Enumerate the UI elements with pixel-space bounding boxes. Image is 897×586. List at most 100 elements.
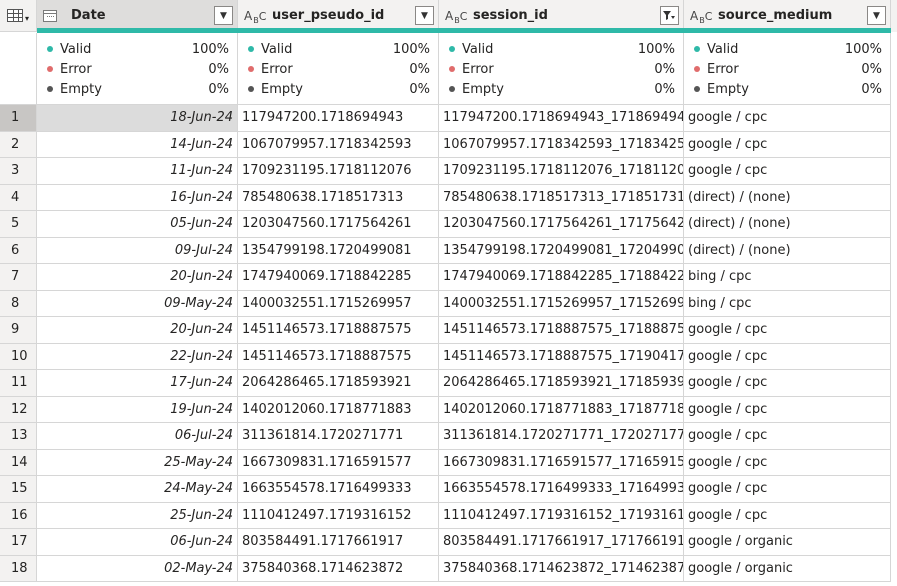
cell-source-medium[interactable]: google / cpc bbox=[684, 105, 891, 132]
table-row[interactable]: 7 20-Jun-24 1747940069.1718842285 174794006… bbox=[0, 264, 897, 291]
row-number[interactable]: 11 bbox=[0, 370, 37, 397]
cell-source-medium[interactable]: google / cpc bbox=[684, 317, 891, 344]
row-number[interactable]: 6 bbox=[0, 237, 37, 264]
row-number[interactable]: 16 bbox=[0, 502, 37, 529]
row-number[interactable]: 14 bbox=[0, 449, 37, 476]
chevron-down-icon[interactable]: ▼ bbox=[867, 6, 886, 25]
column-quality-profile[interactable]: Valid 100% Error 0% Empty 0% bbox=[238, 33, 439, 105]
row-number[interactable]: 1 bbox=[0, 105, 37, 132]
row-number[interactable]: 13 bbox=[0, 423, 37, 450]
table-row[interactable]: 3 11-Jun-24 1709231195.1718112076 170923119… bbox=[0, 158, 897, 185]
cell-session-id[interactable]: 803584491.1717661917_1717661915 bbox=[439, 529, 684, 556]
cell-source-medium[interactable]: google / cpc bbox=[684, 502, 891, 529]
cell-session-id[interactable]: 1203047560.1717564261_17175642... bbox=[439, 211, 684, 238]
cell-source-medium[interactable]: bing / cpc bbox=[684, 264, 891, 291]
table-row[interactable]: 9 20-Jun-24 1451146573.1718887575 145114657… bbox=[0, 317, 897, 344]
row-number[interactable]: 4 bbox=[0, 184, 37, 211]
column-quality-profile[interactable]: Valid 100% Error 0% Empty 0% bbox=[439, 33, 684, 105]
cell-source-medium[interactable]: google / organic bbox=[684, 529, 891, 556]
cell-user-pseudo-id[interactable]: 2064286465.1718593921 bbox=[238, 370, 439, 397]
cell-source-medium[interactable]: google / cpc bbox=[684, 158, 891, 185]
cell-user-pseudo-id[interactable]: 1451146573.1718887575 bbox=[238, 343, 439, 370]
table-row[interactable]: 6 09-Jul-24 1354799198.1720499081 135479919… bbox=[0, 237, 897, 264]
cell-user-pseudo-id[interactable]: 1709231195.1718112076 bbox=[238, 158, 439, 185]
cell-date[interactable]: 25-May-24 bbox=[37, 449, 238, 476]
cell-user-pseudo-id[interactable]: 1451146573.1718887575 bbox=[238, 317, 439, 344]
table-row[interactable]: 16 25-Jun-24 1110412497.1719316152 11104124… bbox=[0, 502, 897, 529]
cell-source-medium[interactable]: google / cpc bbox=[684, 343, 891, 370]
table-row[interactable]: 13 06-Jul-24 311361814.1720271771 311361814… bbox=[0, 423, 897, 450]
cell-user-pseudo-id[interactable]: 1400032551.1715269957 bbox=[238, 290, 439, 317]
cell-date[interactable]: 20-Jun-24 bbox=[37, 264, 238, 291]
column-quality-profile[interactable]: Valid 100% Error 0% Empty 0% bbox=[684, 33, 891, 105]
cell-user-pseudo-id[interactable]: 803584491.1717661917 bbox=[238, 529, 439, 556]
row-number[interactable]: 18 bbox=[0, 555, 37, 582]
cell-source-medium[interactable]: (direct) / (none) bbox=[684, 237, 891, 264]
row-number[interactable]: 12 bbox=[0, 396, 37, 423]
cell-session-id[interactable]: 1663554578.1716499333_17164993... bbox=[439, 476, 684, 503]
row-number[interactable]: 17 bbox=[0, 529, 37, 556]
cell-date[interactable]: 24-May-24 bbox=[37, 476, 238, 503]
cell-session-id[interactable]: 2064286465.1718593921_17185939... bbox=[439, 370, 684, 397]
cell-user-pseudo-id[interactable]: 1067079957.1718342593 bbox=[238, 131, 439, 158]
cell-source-medium[interactable]: (direct) / (none) bbox=[684, 211, 891, 238]
cell-session-id[interactable]: 311361814.1720271771_1720271771 bbox=[439, 423, 684, 450]
row-number[interactable]: 9 bbox=[0, 317, 37, 344]
cell-date[interactable]: 19-Jun-24 bbox=[37, 396, 238, 423]
cell-session-id[interactable]: 1667309831.1716591577_17165915... bbox=[439, 449, 684, 476]
cell-user-pseudo-id[interactable]: 1747940069.1718842285 bbox=[238, 264, 439, 291]
cell-date[interactable]: 18-Jun-24 bbox=[37, 105, 238, 132]
cell-user-pseudo-id[interactable]: 1402012060.1718771883 bbox=[238, 396, 439, 423]
cell-date[interactable]: 09-Jul-24 bbox=[37, 237, 238, 264]
table-row[interactable]: 14 25-May-24 1667309831.1716591577 16673098… bbox=[0, 449, 897, 476]
cell-source-medium[interactable]: bing / cpc bbox=[684, 290, 891, 317]
cell-date[interactable]: 25-Jun-24 bbox=[37, 502, 238, 529]
cell-source-medium[interactable]: (direct) / (none) bbox=[684, 184, 891, 211]
cell-user-pseudo-id[interactable]: 375840368.1714623872 bbox=[238, 555, 439, 582]
abc-text-icon[interactable]: ABC bbox=[244, 9, 266, 25]
chevron-down-icon[interactable]: ▼ bbox=[415, 6, 434, 25]
abc-text-icon[interactable]: ABC bbox=[690, 9, 712, 25]
row-number[interactable]: 10 bbox=[0, 343, 37, 370]
table-row[interactable]: 12 19-Jun-24 1402012060.1718771883 14020120… bbox=[0, 396, 897, 423]
table-row[interactable]: 11 17-Jun-24 2064286465.1718593921 20642864… bbox=[0, 370, 897, 397]
cell-date[interactable]: 20-Jun-24 bbox=[37, 317, 238, 344]
abc-text-icon[interactable]: ABC bbox=[445, 9, 467, 25]
column-quality-profile[interactable]: Valid 100% Error 0% Empty 0% bbox=[37, 33, 238, 105]
row-number[interactable]: 15 bbox=[0, 476, 37, 503]
cell-user-pseudo-id[interactable]: 1354799198.1720499081 bbox=[238, 237, 439, 264]
cell-date[interactable]: 14-Jun-24 bbox=[37, 131, 238, 158]
chevron-down-icon[interactable]: ▼ bbox=[214, 6, 233, 25]
cell-source-medium[interactable]: google / cpc bbox=[684, 476, 891, 503]
cell-date[interactable]: 16-Jun-24 bbox=[37, 184, 238, 211]
cell-session-id[interactable]: 1451146573.1718887575_17188875... bbox=[439, 317, 684, 344]
cell-session-id[interactable]: 1747940069.1718842285_17188422... bbox=[439, 264, 684, 291]
filter-active-icon[interactable] bbox=[660, 6, 679, 25]
table-menu-button[interactable]: ▾ bbox=[0, 0, 37, 32]
table-row[interactable]: 4 16-Jun-24 785480638.1718517313 785480638.… bbox=[0, 184, 897, 211]
cell-date[interactable]: 22-Jun-24 bbox=[37, 343, 238, 370]
cell-source-medium[interactable]: google / cpc bbox=[684, 449, 891, 476]
cell-date[interactable]: 11-Jun-24 bbox=[37, 158, 238, 185]
table-row[interactable]: 18 02-May-24 375840368.1714623872 375840368… bbox=[0, 555, 897, 582]
row-number[interactable]: 7 bbox=[0, 264, 37, 291]
cell-date[interactable]: 09-May-24 bbox=[37, 290, 238, 317]
table-row[interactable]: 8 09-May-24 1400032551.1715269957 140003255… bbox=[0, 290, 897, 317]
cell-session-id[interactable]: 1451146573.1718887575_17190417... bbox=[439, 343, 684, 370]
cell-session-id[interactable]: 1402012060.1718771883_17187718... bbox=[439, 396, 684, 423]
table-row[interactable]: 1 18-Jun-24 117947200.1718694943 117947200.… bbox=[0, 105, 897, 132]
cell-session-id[interactable]: 1709231195.1718112076_17181120... bbox=[439, 158, 684, 185]
cell-user-pseudo-id[interactable]: 1203047560.1717564261 bbox=[238, 211, 439, 238]
cell-source-medium[interactable]: google / cpc bbox=[684, 396, 891, 423]
cell-session-id[interactable]: 117947200.1718694943_1718694940 bbox=[439, 105, 684, 132]
cell-source-medium[interactable]: google / cpc bbox=[684, 131, 891, 158]
cell-user-pseudo-id[interactable]: 1663554578.1716499333 bbox=[238, 476, 439, 503]
cell-user-pseudo-id[interactable]: 1667309831.1716591577 bbox=[238, 449, 439, 476]
table-row[interactable]: 17 06-Jun-24 803584491.1717661917 803584491… bbox=[0, 529, 897, 556]
cell-session-id[interactable]: 375840368.1714623872_1714623871 bbox=[439, 555, 684, 582]
cell-user-pseudo-id[interactable]: 117947200.1718694943 bbox=[238, 105, 439, 132]
cell-user-pseudo-id[interactable]: 311361814.1720271771 bbox=[238, 423, 439, 450]
table-row[interactable]: 15 24-May-24 1663554578.1716499333 16635545… bbox=[0, 476, 897, 503]
row-number[interactable]: 2 bbox=[0, 131, 37, 158]
cell-session-id[interactable]: 1354799198.1720499081_17204990... bbox=[439, 237, 684, 264]
